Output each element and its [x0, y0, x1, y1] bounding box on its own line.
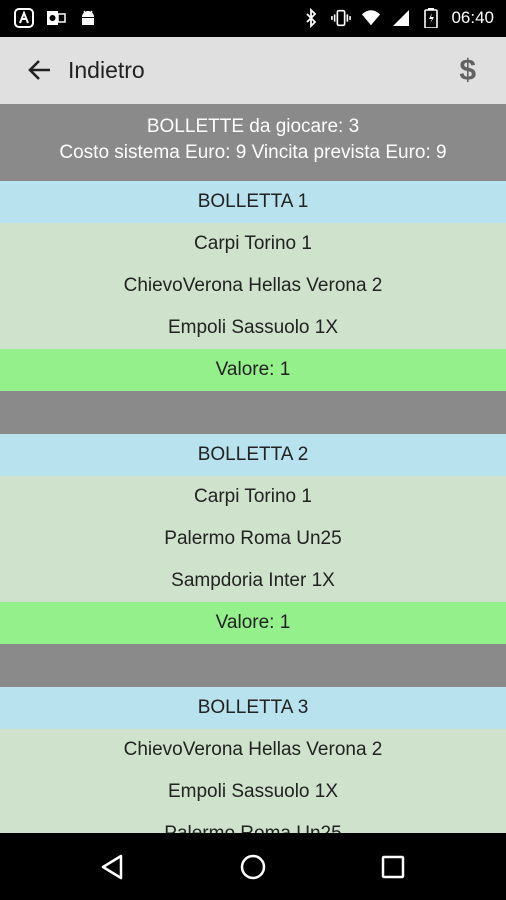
bluetooth-icon — [301, 8, 321, 28]
status-left-icons — [14, 8, 98, 28]
match-row: Palermo Roma Un25 — [0, 518, 506, 560]
vibrate-icon — [331, 8, 352, 28]
summary-panel: BOLLETTE da giocare: 3 Costo sistema Eur… — [0, 104, 506, 181]
back-label[interactable]: Indietro — [68, 57, 145, 84]
bolletta-card: BOLLETTA 1 Carpi Torino 1 ChievoVerona H… — [0, 181, 506, 391]
dollar-icon[interactable]: $ — [459, 54, 476, 88]
bolletta-card: BOLLETTA 2 Carpi Torino 1 Palermo Roma U… — [0, 434, 506, 644]
bolletta-title: BOLLETTA 3 — [0, 687, 506, 729]
app-toolbar: Indietro $ — [0, 37, 506, 104]
match-row: Palermo Roma Un25 — [0, 813, 506, 833]
match-row: Carpi Torino 1 — [0, 223, 506, 265]
outlook-icon — [46, 8, 66, 28]
status-right-icons: 06:40 — [301, 8, 494, 28]
bollette-list[interactable]: BOLLETTA 1 Carpi Torino 1 ChievoVerona H… — [0, 181, 506, 833]
nav-home-icon[interactable] — [237, 851, 269, 883]
status-time: 06:40 — [451, 8, 494, 27]
summary-costs: Costo sistema Euro: 9 Vincita prevista E… — [59, 142, 447, 163]
match-row: Carpi Torino 1 — [0, 476, 506, 518]
bolletta-value: Valore: 1 — [0, 602, 506, 644]
nav-recents-icon[interactable] — [377, 851, 409, 883]
navigation-bar — [0, 833, 506, 900]
bolletta-title: BOLLETTA 1 — [0, 181, 506, 223]
nav-back-icon[interactable] — [97, 851, 129, 883]
status-bar: 06:40 — [0, 0, 506, 37]
match-row: Empoli Sassuolo 1X — [0, 307, 506, 349]
wifi-icon — [361, 8, 381, 28]
match-row: ChievoVerona Hellas Verona 2 — [0, 265, 506, 307]
back-arrow-icon[interactable] — [26, 56, 54, 84]
match-row: Empoli Sassuolo 1X — [0, 771, 506, 813]
match-row: ChievoVerona Hellas Verona 2 — [0, 729, 506, 771]
bolletta-card: BOLLETTA 3 ChievoVerona Hellas Verona 2 … — [0, 687, 506, 833]
bolletta-title: BOLLETTA 2 — [0, 434, 506, 476]
android-icon — [78, 8, 98, 28]
summary-bollette-count: BOLLETTE da giocare: 3 — [146, 116, 360, 137]
signal-icon — [391, 8, 411, 28]
app-a-icon — [14, 8, 34, 28]
match-row: Sampdoria Inter 1X — [0, 560, 506, 602]
bolletta-value: Valore: 1 — [0, 349, 506, 391]
battery-icon — [421, 8, 441, 28]
